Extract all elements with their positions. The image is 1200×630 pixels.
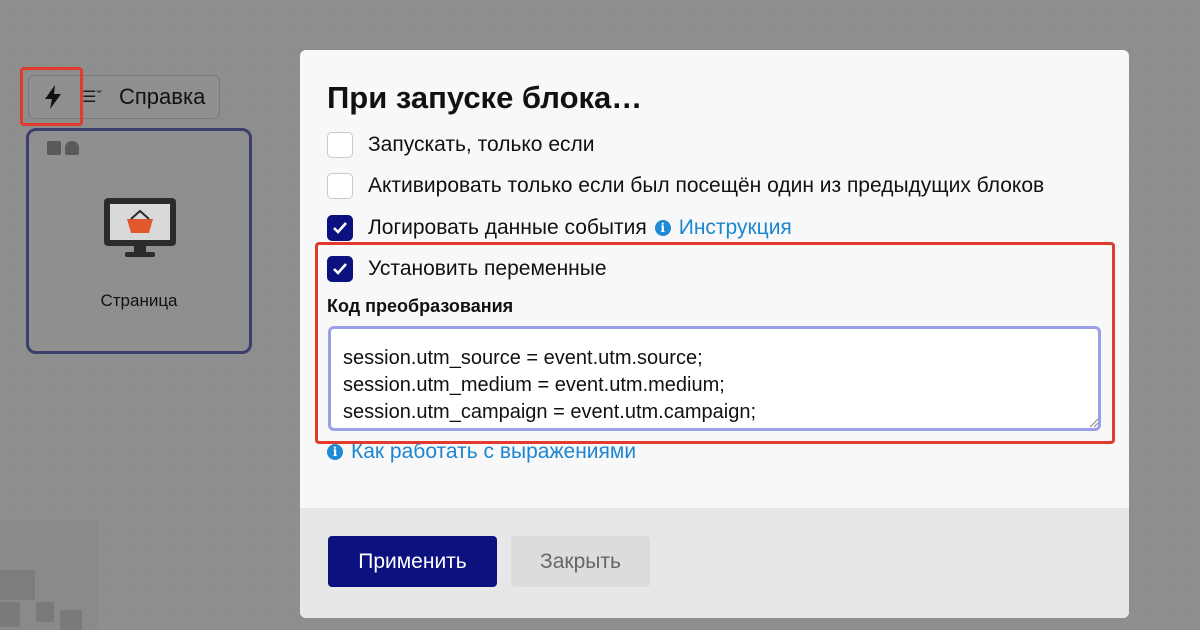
info-icon: i (327, 444, 343, 460)
close-button[interactable]: Закрыть (511, 536, 650, 587)
minimap[interactable] (0, 520, 99, 630)
info-icon: i (654, 220, 671, 236)
trigger-highlight (20, 67, 83, 126)
minimap-node (0, 570, 35, 600)
checkmark-icon (333, 222, 347, 234)
checkbox-run-if[interactable] (327, 132, 353, 158)
monitor-basket-icon (104, 198, 176, 257)
block-label: Страница (100, 291, 178, 310)
option-run-if[interactable]: Запускать, только если (327, 130, 595, 160)
user-icon (65, 141, 79, 155)
option-label: Запускать, только если (368, 133, 595, 156)
block-status-icons (47, 141, 79, 155)
option-label: Активировать только если был посещён оди… (368, 174, 1045, 197)
modal-footer: Применить Закрыть (300, 508, 1129, 618)
minimap-node (36, 602, 54, 622)
option-label: Логировать данные события (368, 216, 647, 239)
option-log-event[interactable]: Логировать данные события i Инструкция (327, 213, 792, 243)
list-dropdown-icon: ☰ˇ (82, 89, 102, 106)
minimap-node (0, 602, 20, 627)
instruction-link[interactable]: Инструкция (679, 216, 792, 240)
help-button[interactable]: Справка (119, 84, 205, 110)
checkbox-activate-if-visited[interactable] (327, 173, 353, 199)
page-block[interactable]: Страница (26, 128, 252, 354)
minimap-node (60, 610, 82, 630)
option-activate-if-visited[interactable]: Активировать только если был посещён оди… (327, 171, 1044, 201)
modal-title: При запуске блока… (327, 80, 643, 115)
checkbox-log-event[interactable] (327, 215, 353, 241)
variables-highlight (315, 242, 1115, 444)
apply-button[interactable]: Применить (328, 536, 497, 587)
device-icon (47, 141, 61, 155)
